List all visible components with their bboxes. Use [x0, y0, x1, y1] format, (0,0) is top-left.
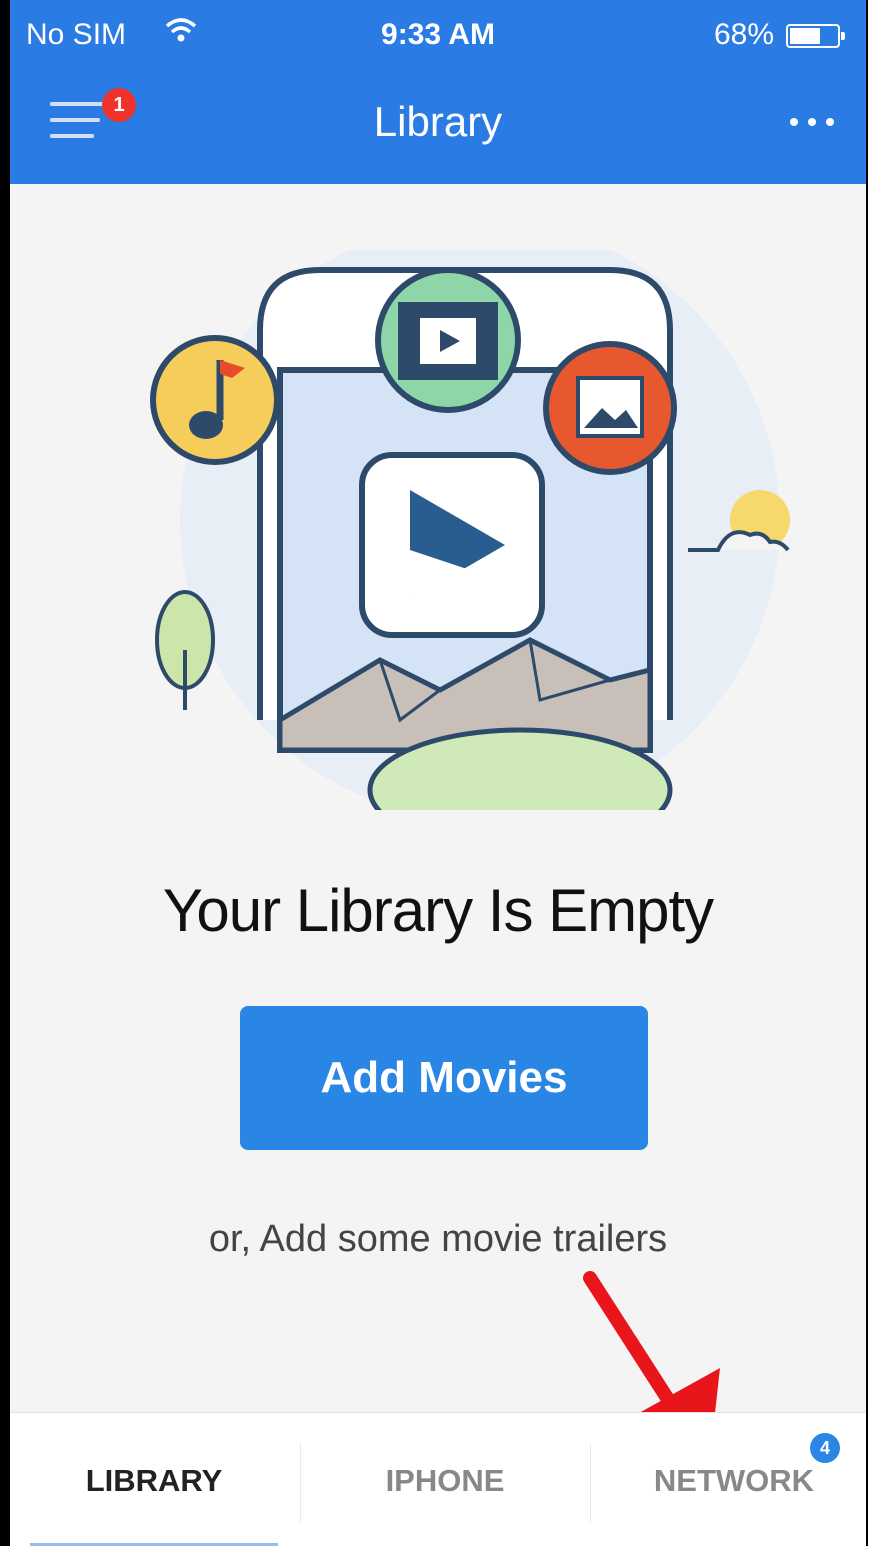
network-badge: 4: [810, 1433, 840, 1463]
clock: 9:33 AM: [381, 18, 495, 51]
tab-divider: [300, 1443, 301, 1523]
tab-iphone[interactable]: IPHONE: [310, 1413, 580, 1546]
battery-percent: 68%: [713, 18, 774, 51]
battery-icon: [786, 24, 845, 48]
tab-library[interactable]: LIBRARY: [30, 1413, 278, 1546]
bottom-tab-bar: LIBRARY IPHONE NETWORK 4: [10, 1412, 866, 1546]
page-title: Library: [373, 98, 503, 145]
add-trailers-link[interactable]: or, Add some movie trailers: [10, 1218, 866, 1261]
more-options-button[interactable]: [786, 112, 840, 132]
empty-state-title: Your Library Is Empty: [162, 877, 714, 944]
music-note-icon: [150, 335, 280, 465]
wifi-icon: [164, 16, 198, 54]
status-bar: No SIM 9:33 AM 68%: [26, 18, 850, 58]
add-movies-button[interactable]: Add Movies: [240, 1006, 648, 1150]
more-horizontal-icon: [790, 118, 798, 126]
app-header: No SIM 9:33 AM 68% 1 Library: [10, 0, 866, 184]
carrier-label: No SIM: [26, 18, 127, 51]
tab-divider: [590, 1443, 591, 1523]
empty-library-illustration: [150, 250, 790, 810]
app-screen: No SIM 9:33 AM 68% 1 Library Your Librar…: [0, 0, 868, 1546]
